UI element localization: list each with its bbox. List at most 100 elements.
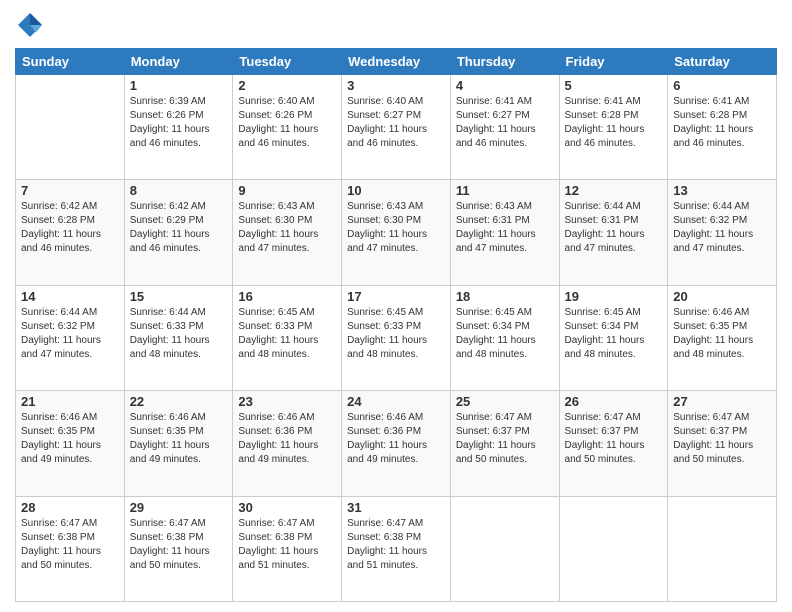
- calendar-week-row: 1 Sunrise: 6:39 AMSunset: 6:26 PMDaylight…: [16, 75, 777, 180]
- table-cell: 14 Sunrise: 6:44 AMSunset: 6:32 PMDayligh…: [16, 285, 125, 390]
- weekday-header-row: Sunday Monday Tuesday Wednesday Thursday…: [16, 49, 777, 75]
- day-number: 15: [130, 289, 228, 304]
- table-cell: 10 Sunrise: 6:43 AMSunset: 6:30 PMDayligh…: [342, 180, 451, 285]
- calendar-week-row: 28 Sunrise: 6:47 AMSunset: 6:38 PMDayligh…: [16, 496, 777, 601]
- day-number: 4: [456, 78, 554, 93]
- table-cell: 9 Sunrise: 6:43 AMSunset: 6:30 PMDaylight…: [233, 180, 342, 285]
- day-info: Sunrise: 6:44 AMSunset: 6:33 PMDaylight:…: [130, 306, 228, 362]
- day-info: Sunrise: 6:47 AMSunset: 6:37 PMDaylight:…: [565, 411, 663, 467]
- table-cell: 11 Sunrise: 6:43 AMSunset: 6:31 PMDayligh…: [450, 180, 559, 285]
- day-number: 25: [456, 394, 554, 409]
- day-info: Sunrise: 6:43 AMSunset: 6:30 PMDaylight:…: [238, 200, 336, 256]
- table-cell: 29 Sunrise: 6:47 AMSunset: 6:38 PMDayligh…: [124, 496, 233, 601]
- day-info: Sunrise: 6:41 AMSunset: 6:28 PMDaylight:…: [565, 95, 663, 151]
- day-info: Sunrise: 6:43 AMSunset: 6:31 PMDaylight:…: [456, 200, 554, 256]
- day-number: 11: [456, 183, 554, 198]
- col-sunday: Sunday: [16, 49, 125, 75]
- day-info: Sunrise: 6:42 AMSunset: 6:28 PMDaylight:…: [21, 200, 119, 256]
- day-info: Sunrise: 6:45 AMSunset: 6:33 PMDaylight:…: [347, 306, 445, 362]
- table-cell: 18Sunrise: 6:45 AMSunset: 6:34 PMDayligh…: [450, 285, 559, 390]
- calendar-week-row: 21 Sunrise: 6:46 AMSunset: 6:35 PMDayligh…: [16, 391, 777, 496]
- col-monday: Monday: [124, 49, 233, 75]
- day-number: 5: [565, 78, 663, 93]
- table-cell: 15 Sunrise: 6:44 AMSunset: 6:33 PMDayligh…: [124, 285, 233, 390]
- day-info: Sunrise: 6:46 AMSunset: 6:36 PMDaylight:…: [347, 411, 445, 467]
- day-info: Sunrise: 6:40 AMSunset: 6:27 PMDaylight:…: [347, 95, 445, 151]
- day-number: 28: [21, 500, 119, 515]
- day-number: 31: [347, 500, 445, 515]
- calendar: Sunday Monday Tuesday Wednesday Thursday…: [15, 48, 777, 602]
- header: [15, 10, 777, 40]
- table-cell: 28 Sunrise: 6:47 AMSunset: 6:38 PMDayligh…: [16, 496, 125, 601]
- day-number: 6: [673, 78, 771, 93]
- table-cell: 6 Sunrise: 6:41 AMSunset: 6:28 PMDaylight…: [668, 75, 777, 180]
- day-number: 27: [673, 394, 771, 409]
- day-number: 22: [130, 394, 228, 409]
- day-info: Sunrise: 6:47 AMSunset: 6:38 PMDaylight:…: [130, 517, 228, 573]
- day-info: Sunrise: 6:46 AMSunset: 6:35 PMDaylight:…: [673, 306, 771, 362]
- day-number: 12: [565, 183, 663, 198]
- table-cell: 4 Sunrise: 6:41 AMSunset: 6:27 PMDaylight…: [450, 75, 559, 180]
- table-cell: 30Sunrise: 6:47 AMSunset: 6:38 PMDayligh…: [233, 496, 342, 601]
- day-number: 10: [347, 183, 445, 198]
- calendar-week-row: 14 Sunrise: 6:44 AMSunset: 6:32 PMDayligh…: [16, 285, 777, 390]
- table-cell: 8Sunrise: 6:42 AMSunset: 6:29 PMDaylight…: [124, 180, 233, 285]
- day-info: Sunrise: 6:46 AMSunset: 6:35 PMDaylight:…: [21, 411, 119, 467]
- day-number: 26: [565, 394, 663, 409]
- page: Sunday Monday Tuesday Wednesday Thursday…: [0, 0, 792, 612]
- day-number: 17: [347, 289, 445, 304]
- col-friday: Friday: [559, 49, 668, 75]
- day-info: Sunrise: 6:44 AMSunset: 6:32 PMDaylight:…: [21, 306, 119, 362]
- table-cell: 23Sunrise: 6:46 AMSunset: 6:36 PMDayligh…: [233, 391, 342, 496]
- table-cell: [559, 496, 668, 601]
- table-cell: 20 Sunrise: 6:46 AMSunset: 6:35 PMDayligh…: [668, 285, 777, 390]
- table-cell: 5 Sunrise: 6:41 AMSunset: 6:28 PMDaylight…: [559, 75, 668, 180]
- day-number: 9: [238, 183, 336, 198]
- day-number: 19: [565, 289, 663, 304]
- logo-icon: [15, 10, 45, 40]
- table-cell: 13 Sunrise: 6:44 AMSunset: 6:32 PMDayligh…: [668, 180, 777, 285]
- day-info: Sunrise: 6:43 AMSunset: 6:30 PMDaylight:…: [347, 200, 445, 256]
- logo: [15, 10, 49, 40]
- day-number: 21: [21, 394, 119, 409]
- day-info: Sunrise: 6:47 AMSunset: 6:38 PMDaylight:…: [238, 517, 336, 573]
- day-number: 18: [456, 289, 554, 304]
- day-number: 7: [21, 183, 119, 198]
- day-number: 1: [130, 78, 228, 93]
- table-cell: 3 Sunrise: 6:40 AMSunset: 6:27 PMDaylight…: [342, 75, 451, 180]
- col-saturday: Saturday: [668, 49, 777, 75]
- day-info: Sunrise: 6:44 AMSunset: 6:32 PMDaylight:…: [673, 200, 771, 256]
- day-info: Sunrise: 6:39 AMSunset: 6:26 PMDaylight:…: [130, 95, 228, 151]
- table-cell: 21 Sunrise: 6:46 AMSunset: 6:35 PMDayligh…: [16, 391, 125, 496]
- day-number: 14: [21, 289, 119, 304]
- table-cell: 17 Sunrise: 6:45 AMSunset: 6:33 PMDayligh…: [342, 285, 451, 390]
- day-info: Sunrise: 6:47 AMSunset: 6:38 PMDaylight:…: [21, 517, 119, 573]
- day-number: 16: [238, 289, 336, 304]
- day-info: Sunrise: 6:41 AMSunset: 6:28 PMDaylight:…: [673, 95, 771, 151]
- day-info: Sunrise: 6:47 AMSunset: 6:37 PMDaylight:…: [456, 411, 554, 467]
- day-info: Sunrise: 6:44 AMSunset: 6:31 PMDaylight:…: [565, 200, 663, 256]
- table-cell: 22 Sunrise: 6:46 AMSunset: 6:35 PMDayligh…: [124, 391, 233, 496]
- day-info: Sunrise: 6:45 AMSunset: 6:33 PMDaylight:…: [238, 306, 336, 362]
- table-cell: 25 Sunrise: 6:47 AMSunset: 6:37 PMDayligh…: [450, 391, 559, 496]
- table-cell: 27 Sunrise: 6:47 AMSunset: 6:37 PMDayligh…: [668, 391, 777, 496]
- day-info: Sunrise: 6:47 AMSunset: 6:38 PMDaylight:…: [347, 517, 445, 573]
- table-cell: [668, 496, 777, 601]
- day-number: 3: [347, 78, 445, 93]
- day-number: 24: [347, 394, 445, 409]
- day-info: Sunrise: 6:40 AMSunset: 6:26 PMDaylight:…: [238, 95, 336, 151]
- day-number: 29: [130, 500, 228, 515]
- day-number: 20: [673, 289, 771, 304]
- col-wednesday: Wednesday: [342, 49, 451, 75]
- day-info: Sunrise: 6:46 AMSunset: 6:35 PMDaylight:…: [130, 411, 228, 467]
- day-number: 2: [238, 78, 336, 93]
- table-cell: [16, 75, 125, 180]
- table-cell: 12 Sunrise: 6:44 AMSunset: 6:31 PMDayligh…: [559, 180, 668, 285]
- day-number: 8: [130, 183, 228, 198]
- day-number: 13: [673, 183, 771, 198]
- day-info: Sunrise: 6:41 AMSunset: 6:27 PMDaylight:…: [456, 95, 554, 151]
- table-cell: [450, 496, 559, 601]
- table-cell: 19Sunrise: 6:45 AMSunset: 6:34 PMDayligh…: [559, 285, 668, 390]
- day-info: Sunrise: 6:47 AMSunset: 6:37 PMDaylight:…: [673, 411, 771, 467]
- day-info: Sunrise: 6:46 AMSunset: 6:36 PMDaylight:…: [238, 411, 336, 467]
